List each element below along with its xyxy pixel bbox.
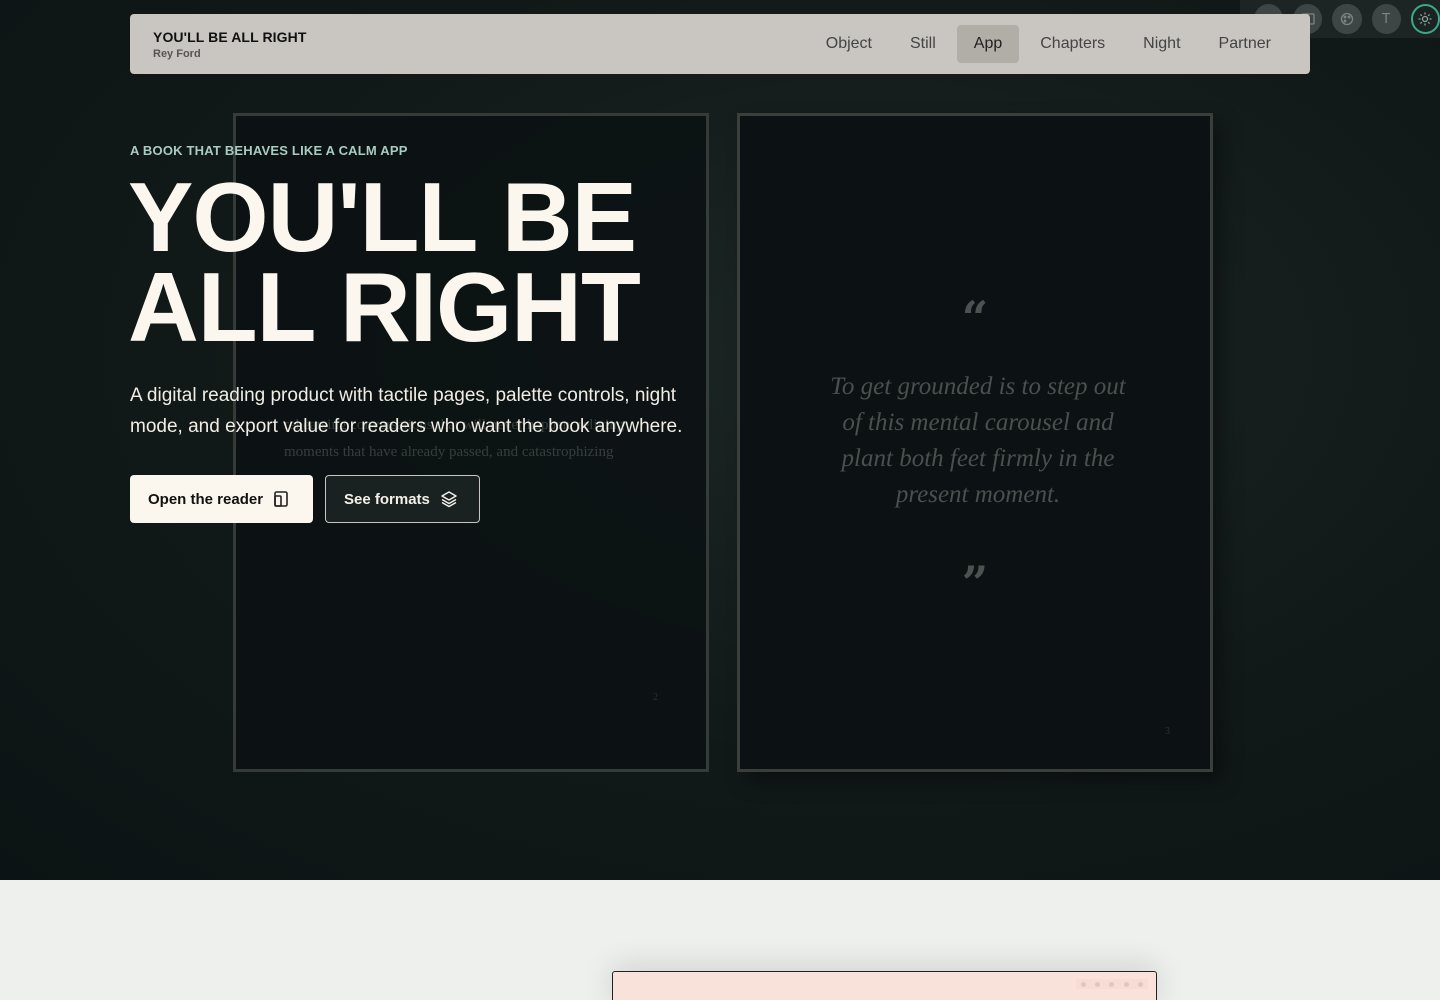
page-number: 2	[653, 692, 658, 703]
preview-toolbar	[1076, 979, 1148, 989]
preview-dot	[1080, 981, 1086, 987]
see-formats-button[interactable]: See formats	[325, 475, 480, 523]
brand-author: Rey Ford	[153, 47, 201, 60]
hero-lede: A digital reading product with tactile p…	[130, 385, 683, 437]
layers-icon	[441, 491, 457, 508]
preview-dot	[1138, 981, 1144, 987]
nav-links: Object Still App Chapters Night Partner	[809, 25, 1288, 63]
preview-dot	[1109, 981, 1115, 987]
page-number: 3	[1165, 726, 1170, 737]
preview-dot	[1095, 981, 1101, 987]
hero-eyebrow: A BOOK THAT BEHAVES LIKE A CALM APP	[130, 143, 408, 158]
sun-icon[interactable]	[1410, 4, 1440, 34]
hero-section: rehearsing conversations that will never…	[0, 0, 1440, 880]
nav-link-partner[interactable]: Partner	[1202, 25, 1288, 63]
hero-headline: YOU'LL BE ALL RIGHT	[128, 168, 828, 356]
pull-quote: To get grounded is to step out of this m…	[830, 373, 1126, 508]
close-quote-icon: ”	[961, 556, 989, 610]
see-formats-label: See formats	[344, 490, 430, 508]
headline-line-2: ALL RIGHT	[128, 252, 641, 362]
reader-icon	[274, 491, 288, 507]
nav-link-app[interactable]: App	[956, 25, 1020, 63]
type-icon[interactable]: T	[1371, 4, 1401, 34]
nav-link-night[interactable]: Night	[1126, 25, 1197, 63]
palette-icon[interactable]	[1332, 4, 1362, 34]
nav-link-chapters[interactable]: Chapters	[1023, 25, 1122, 63]
nav-link-still[interactable]: Still	[893, 25, 953, 63]
reader-preview-card	[612, 971, 1157, 1000]
preview-dot	[1123, 981, 1129, 987]
brand[interactable]: YOU'LL BE ALL RIGHT Rey Ford	[153, 29, 307, 60]
brand-title: YOU'LL BE ALL RIGHT	[153, 28, 307, 45]
open-reader-button[interactable]: Open the reader	[130, 475, 313, 523]
nav-link-object[interactable]: Object	[809, 25, 889, 63]
top-nav: YOU'LL BE ALL RIGHT Rey Ford Object Stil…	[130, 14, 1310, 74]
open-reader-label: Open the reader	[148, 490, 264, 508]
